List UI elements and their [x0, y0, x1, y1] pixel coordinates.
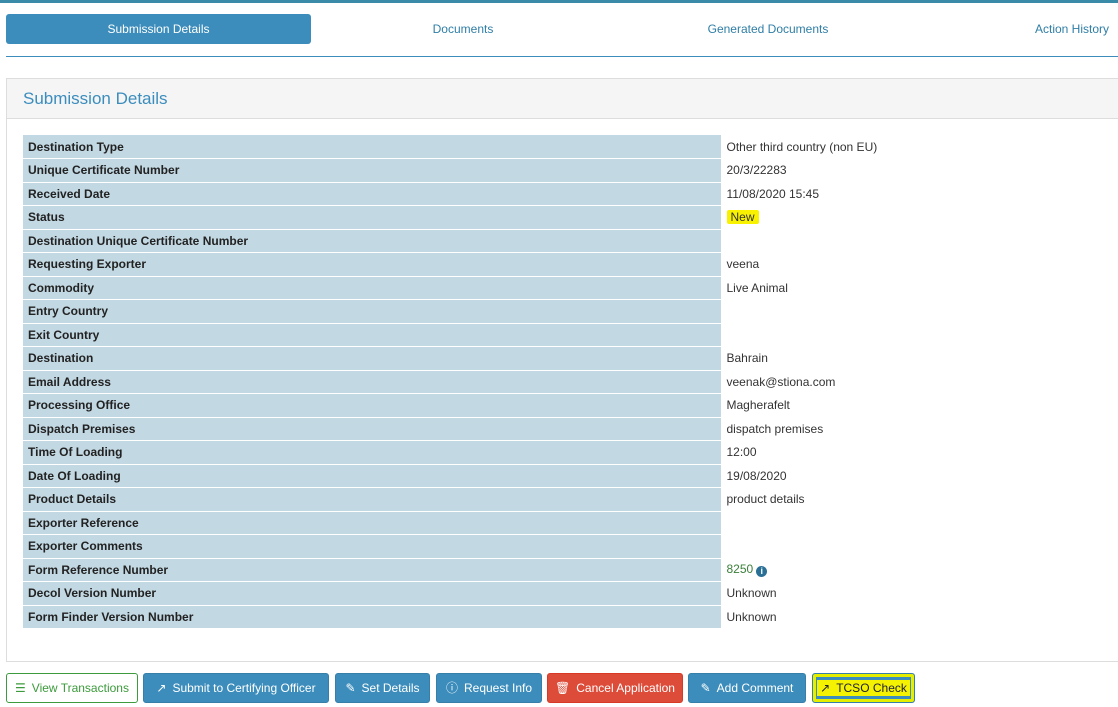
row-value: 11/08/2020 15:45	[721, 182, 1118, 206]
top-accent-line	[0, 0, 1118, 3]
tcso-check-button[interactable]: ↗ TCSO Check	[812, 673, 915, 703]
row-value: Live Animal	[721, 276, 1118, 300]
table-row: Dispatch Premises dispatch premises	[23, 417, 1118, 441]
add-comment-button[interactable]: ✎ Add Comment	[688, 673, 806, 703]
row-label: Destination Type	[23, 135, 722, 159]
status-value: New	[721, 205, 1118, 230]
row-value: dispatch premises	[721, 417, 1118, 441]
tab-bar: Submission Details Documents Generated D…	[0, 14, 1118, 46]
trash-icon: 🗑	[555, 681, 571, 695]
row-value: veena	[721, 252, 1118, 277]
row-label: Unique Certificate Number	[23, 158, 722, 183]
row-value: 12:00	[721, 440, 1118, 465]
row-label: Processing Office	[23, 393, 722, 418]
form-reference-number[interactable]: 8250	[727, 562, 754, 576]
row-value: veenak@stiona.com	[721, 370, 1118, 394]
table-row: Destination Type Other third country (non…	[23, 135, 1118, 159]
edit-icon: ✎	[345, 681, 356, 695]
tab-documents[interactable]: Documents	[378, 14, 548, 44]
table-row: Time Of Loading 12:00	[23, 440, 1118, 465]
tab-divider	[6, 56, 1118, 57]
cancel-application-button[interactable]: 🗑 Cancel Application	[547, 673, 683, 703]
row-label: Form Finder Version Number	[23, 605, 722, 629]
set-details-button[interactable]: ✎ Set Details	[335, 673, 430, 703]
row-label: Product Details	[23, 487, 722, 512]
row-value: Unknown	[721, 581, 1118, 606]
row-value	[721, 229, 1118, 253]
row-label: Commodity	[23, 276, 722, 300]
table-row: Commodity Live Animal	[23, 276, 1118, 300]
row-value: 19/08/2020	[721, 464, 1118, 488]
panel-title: Submission Details	[7, 79, 1118, 119]
details-table: Destination Type Other third country (non…	[23, 135, 1118, 629]
view-transactions-button[interactable]: ☰ View Transactions	[6, 673, 138, 703]
submit-label: Submit to Certifying Officer	[172, 681, 316, 695]
table-row: Exporter Reference	[23, 511, 1118, 535]
table-row: Form Reference Number 8250 i	[23, 558, 1118, 582]
table-row: Decol Version Number Unknown	[23, 581, 1118, 606]
row-label: Dispatch Premises	[23, 417, 722, 441]
info-circle-icon[interactable]: i	[756, 566, 768, 578]
row-value: Magherafelt	[721, 393, 1118, 418]
table-row: Product Details product details	[23, 487, 1118, 512]
row-label: Form Reference Number	[23, 558, 722, 582]
tcso-check-label: TCSO Check	[836, 681, 907, 695]
share-square-icon: ↗	[156, 681, 167, 695]
row-value: Other third country (non EU)	[721, 135, 1118, 159]
row-value	[721, 323, 1118, 347]
table-row: Status New	[23, 205, 1118, 230]
table-row: Destination Unique Certificate Number	[23, 229, 1118, 253]
cancel-application-label: Cancel Application	[576, 681, 675, 695]
table-row: Processing Office Magherafelt	[23, 393, 1118, 418]
row-label: Entry Country	[23, 299, 722, 324]
info-circle-icon: ⓘ	[445, 681, 458, 695]
view-transactions-label: View Transactions	[31, 681, 129, 695]
list-icon: ☰	[15, 681, 26, 695]
tcso-check-highlight: ↗ TCSO Check	[817, 680, 910, 696]
table-row: Received Date 11/08/2020 15:45	[23, 182, 1118, 206]
add-comment-label: Add Comment	[716, 681, 794, 695]
row-label: Destination Unique Certificate Number	[23, 229, 722, 253]
table-row: Email Address veenak@stiona.com	[23, 370, 1118, 394]
row-value: Unknown	[721, 605, 1118, 629]
submit-to-certifying-officer-button[interactable]: ↗ Submit to Certifying Officer	[143, 673, 329, 703]
table-row: Unique Certificate Number 20/3/22283	[23, 158, 1118, 183]
row-value: 20/3/22283	[721, 158, 1118, 183]
set-details-label: Set Details	[361, 681, 420, 695]
form-reference-value: 8250 i	[721, 558, 1118, 582]
table-row: Exporter Comments	[23, 534, 1118, 559]
tab-action-history[interactable]: Action History	[1020, 14, 1118, 44]
row-label: Status	[23, 205, 722, 230]
row-value	[721, 511, 1118, 535]
tab-generated-documents[interactable]: Generated Documents	[680, 14, 856, 44]
share-square-icon: ↗	[820, 681, 831, 695]
table-row: Destination Bahrain	[23, 346, 1118, 371]
table-row: Exit Country	[23, 323, 1118, 347]
row-label: Time Of Loading	[23, 440, 722, 465]
request-info-label: Request Info	[463, 681, 533, 695]
row-label: Decol Version Number	[23, 581, 722, 606]
row-value	[721, 299, 1118, 324]
row-label: Date Of Loading	[23, 464, 722, 488]
row-label: Email Address	[23, 370, 722, 394]
row-label: Destination	[23, 346, 722, 371]
row-label: Requesting Exporter	[23, 252, 722, 277]
status-badge: New	[726, 210, 759, 225]
row-label: Exporter Reference	[23, 511, 722, 535]
table-row: Date Of Loading 19/08/2020	[23, 464, 1118, 488]
tab-submission-details[interactable]: Submission Details	[6, 14, 311, 44]
row-value	[721, 534, 1118, 559]
table-row: Requesting Exporter veena	[23, 252, 1118, 277]
row-value: product details	[721, 487, 1118, 512]
table-row: Entry Country	[23, 299, 1118, 324]
table-row: Form Finder Version Number Unknown	[23, 605, 1118, 629]
submission-details-panel: Submission Details Destination Type Other…	[6, 78, 1118, 662]
row-value: Bahrain	[721, 346, 1118, 371]
request-info-button[interactable]: ⓘ Request Info	[436, 673, 542, 703]
row-label: Exit Country	[23, 323, 722, 347]
row-label: Exporter Comments	[23, 534, 722, 559]
row-label: Received Date	[23, 182, 722, 206]
edit-icon: ✎	[700, 681, 711, 695]
